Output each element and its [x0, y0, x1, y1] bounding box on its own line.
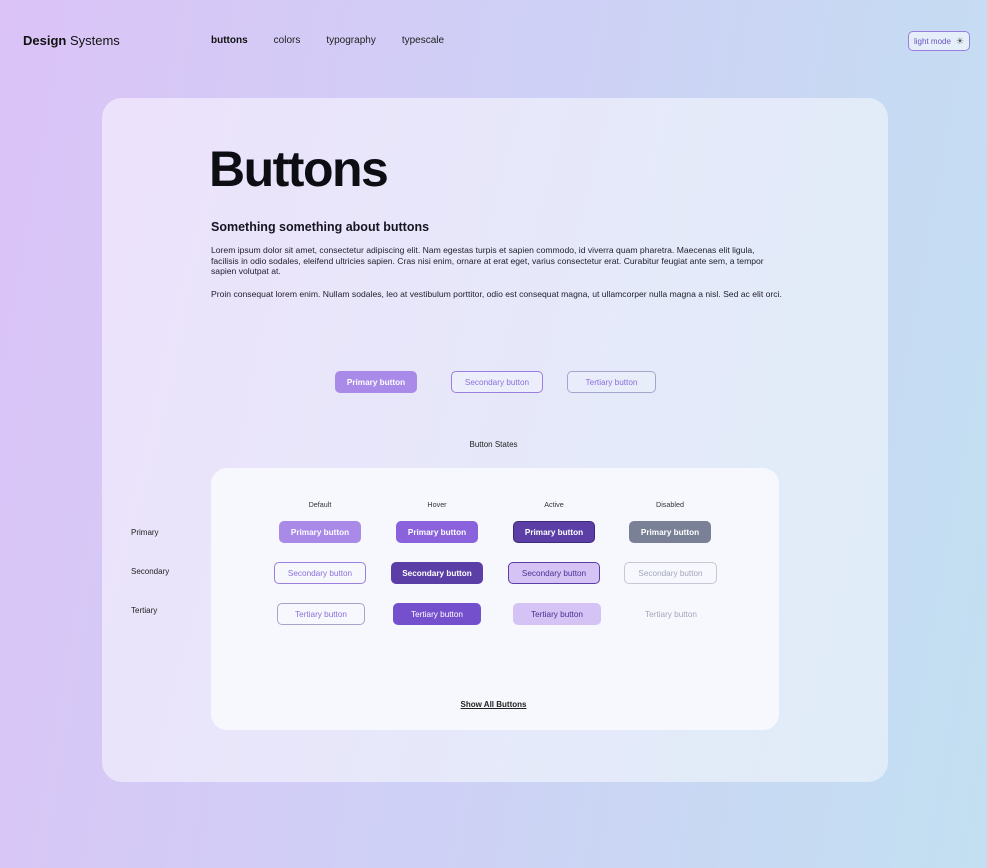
secondary-active-button[interactable]: Secondary button: [508, 562, 600, 584]
primary-default-button[interactable]: Primary button: [279, 521, 361, 543]
row-header-secondary: Secondary: [131, 567, 170, 576]
intro-paragraph-2: Proin consequat lorem enim. Nullam sodal…: [211, 289, 782, 299]
column-header-hover: Hover: [427, 500, 447, 509]
row-header-tertiary: Tertiary: [131, 606, 158, 615]
demo-secondary-button[interactable]: Secondary button: [451, 371, 543, 393]
primary-hover-button[interactable]: Primary button: [396, 521, 478, 543]
brand-logo[interactable]: Design Systems: [23, 33, 120, 48]
brand-bold: Design: [23, 33, 67, 48]
column-header-default: Default: [308, 500, 332, 509]
tertiary-default-button[interactable]: Tertiary button: [277, 603, 365, 625]
nav-link-typescale[interactable]: typescale: [402, 35, 444, 46]
primary-active-button[interactable]: Primary button: [513, 521, 595, 543]
column-header-disabled: Disabled: [656, 500, 684, 509]
secondary-disabled-button: Secondary button: [624, 562, 717, 584]
secondary-default-button[interactable]: Secondary button: [274, 562, 366, 584]
show-all-buttons-link[interactable]: Show All Buttons: [0, 700, 987, 709]
tertiary-active-button[interactable]: Tertiary button: [513, 603, 601, 625]
sun-icon: ☀: [955, 35, 964, 46]
light-mode-toggle[interactable]: light mode ☀: [908, 31, 970, 51]
tertiary-hover-button[interactable]: Tertiary button: [393, 603, 481, 625]
primary-disabled-button: Primary button: [629, 521, 711, 543]
intro-paragraph-1: Lorem ipsum dolor sit amet, consectetur …: [211, 245, 764, 277]
demo-primary-button[interactable]: Primary button: [335, 371, 417, 393]
brand-rest: Systems: [69, 33, 120, 48]
nav-links: buttons colors typography typescale: [211, 35, 470, 46]
tertiary-disabled-button: Tertiary button: [645, 609, 697, 619]
nav-link-typography[interactable]: typography: [326, 35, 375, 46]
secondary-hover-button[interactable]: Secondary button: [391, 562, 483, 584]
light-mode-label: light mode: [914, 36, 951, 46]
button-states-heading: Button States: [469, 440, 518, 449]
page-subtitle: Something something about buttons: [211, 220, 430, 234]
top-navigation: Design Systems buttons colors typography…: [0, 0, 987, 82]
demo-tertiary-button[interactable]: Tertiary button: [567, 371, 656, 393]
nav-link-buttons[interactable]: buttons: [211, 35, 248, 46]
column-header-active: Active: [544, 500, 564, 509]
row-header-primary: Primary: [131, 528, 159, 537]
nav-link-colors[interactable]: colors: [274, 35, 301, 46]
page-title: Buttons: [209, 141, 389, 197]
